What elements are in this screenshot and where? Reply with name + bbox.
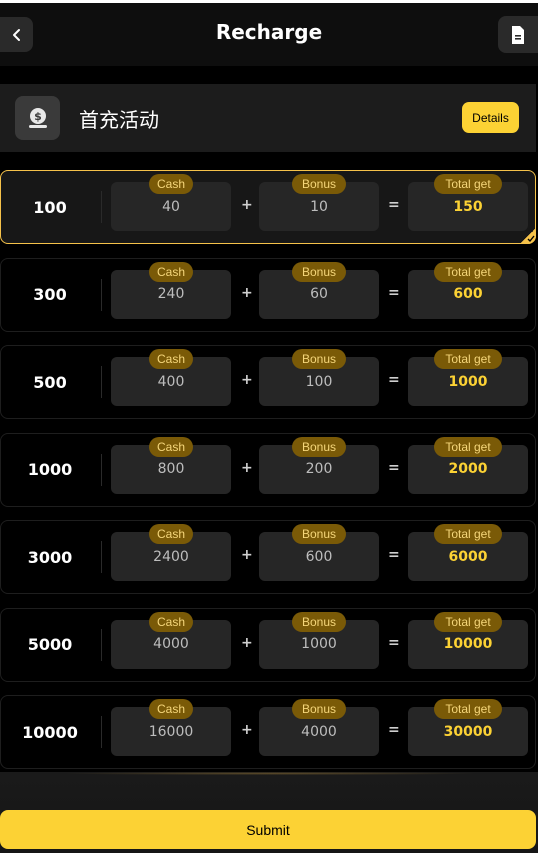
option-amount: 300	[33, 285, 67, 304]
plus-sign: +	[241, 547, 253, 563]
option-amount: 500	[33, 372, 67, 392]
equals-sign: =	[388, 459, 400, 476]
equals-sign: =	[388, 547, 400, 563]
bonus-tag: Bonus	[292, 174, 346, 194]
divider	[101, 541, 102, 573]
total-tag: Total get	[434, 174, 502, 194]
cash-tag: Cash	[149, 174, 193, 194]
submit-button[interactable]: Submit	[0, 810, 536, 849]
recharge-option[interactable]: 5000 4000 Cash + 1000 Bonus = 10000 Tota…	[0, 607, 536, 682]
bonus-tag: Bonus	[292, 524, 346, 544]
document-icon	[512, 25, 524, 44]
top-border	[0, 0, 538, 3]
divider	[101, 453, 102, 486]
cash-tag: Cash	[149, 611, 193, 632]
equals-sign: =	[388, 634, 400, 651]
recharge-option[interactable]: 300 240 Cash + 60 Bonus = 600 Total get	[0, 257, 536, 332]
option-amount: 10000	[22, 722, 78, 742]
option-amount: 5000	[27, 635, 73, 654]
promo-title: 首充活动	[79, 108, 159, 132]
divider	[101, 278, 102, 311]
cash-tag: Cash	[149, 349, 193, 369]
divider	[101, 366, 102, 398]
option-amount: 100	[33, 197, 67, 217]
promo-banner: $ 首充活动 Details	[0, 84, 536, 152]
divider	[101, 191, 102, 223]
plus-sign: +	[241, 372, 253, 388]
recharge-option[interactable]: 10000 16000 Cash + 4000 Bonus = 30000 To…	[0, 695, 536, 769]
total-tag: Total get	[434, 261, 502, 282]
total-tag: Total get	[434, 436, 502, 457]
recharge-option[interactable]: 500 400 Cash + 100 Bonus = 1000 Total ge…	[0, 345, 536, 419]
total-tag: Total get	[434, 524, 502, 544]
plus-sign: +	[241, 634, 253, 651]
bonus-tag: Bonus	[292, 699, 346, 719]
cash-tag: Cash	[149, 524, 193, 544]
plus-sign: +	[241, 197, 253, 213]
divider	[101, 628, 102, 661]
equals-sign: =	[388, 372, 400, 388]
details-button[interactable]: Details	[462, 102, 519, 133]
money-bag-icon: $	[15, 96, 60, 140]
option-amount: 1000	[27, 460, 73, 479]
record-button[interactable]	[498, 16, 538, 53]
selected-check-icon	[520, 228, 536, 244]
bonus-tag: Bonus	[292, 611, 346, 632]
top-bar: Recharge	[0, 0, 538, 66]
bonus-tag: Bonus	[292, 261, 346, 282]
divider	[101, 716, 102, 748]
option-amount: 3000	[27, 547, 73, 567]
plus-sign: +	[241, 284, 253, 301]
cash-tag: Cash	[149, 261, 193, 282]
footer-glow	[60, 772, 480, 775]
svg-text:$: $	[34, 110, 42, 123]
total-tag: Total get	[434, 699, 502, 719]
total-tag: Total get	[434, 349, 502, 369]
bonus-tag: Bonus	[292, 436, 346, 457]
bonus-tag: Bonus	[292, 349, 346, 369]
cash-tag: Cash	[149, 436, 193, 457]
recharge-options: 100 40 Cash + 10 Bonus = 150 Total get 3…	[0, 170, 538, 783]
total-tag: Total get	[434, 611, 502, 632]
plus-sign: +	[241, 722, 253, 738]
plus-sign: +	[241, 459, 253, 476]
cash-tag: Cash	[149, 699, 193, 719]
equals-sign: =	[388, 722, 400, 738]
recharge-option[interactable]: 3000 2400 Cash + 600 Bonus = 6000 Total …	[0, 520, 536, 594]
recharge-option[interactable]: 1000 800 Cash + 200 Bonus = 2000 Total g…	[0, 432, 536, 507]
page-title: Recharge	[215, 20, 323, 44]
equals-sign: =	[388, 284, 400, 301]
equals-sign: =	[388, 197, 400, 213]
recharge-option[interactable]: 100 40 Cash + 10 Bonus = 150 Total get	[0, 170, 536, 244]
